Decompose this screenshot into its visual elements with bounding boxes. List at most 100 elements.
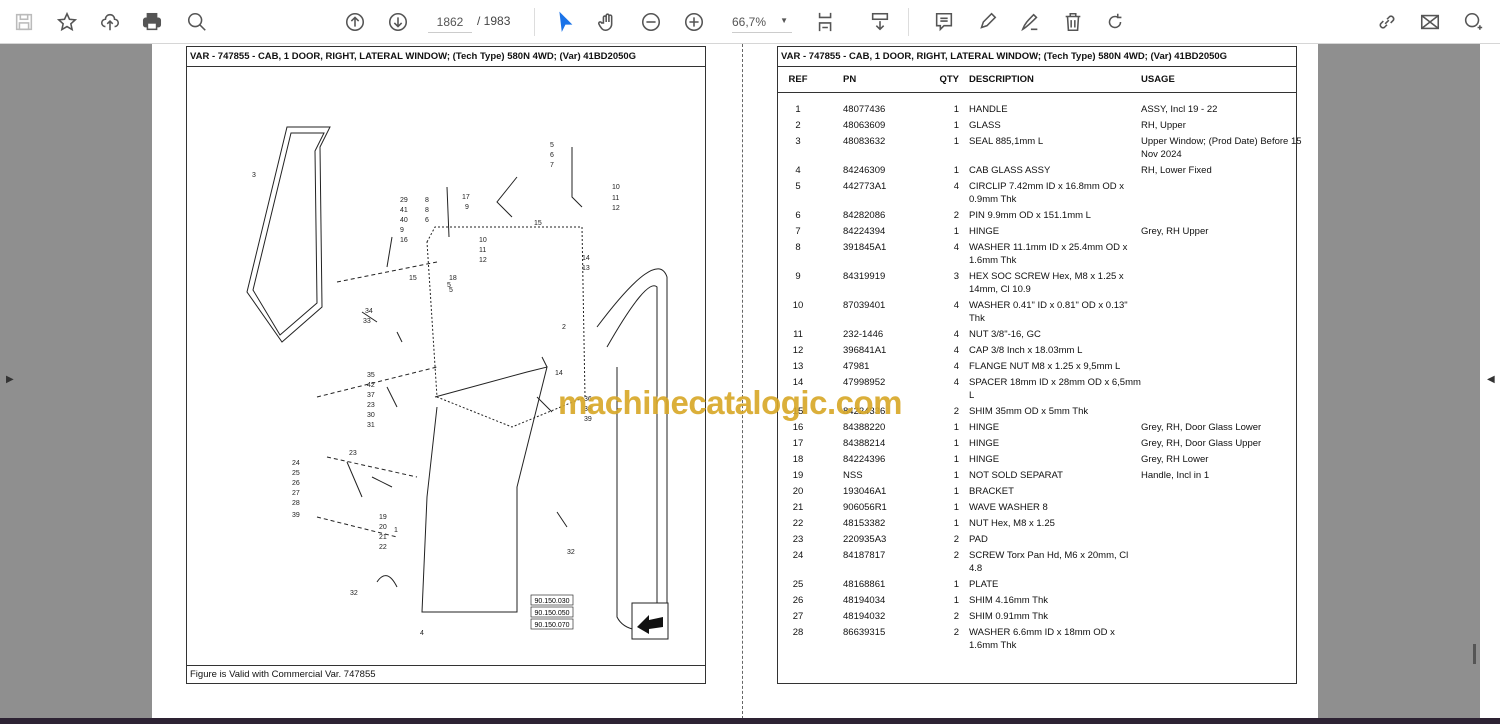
- usage-cell: Grey, RH, Door Glass Upper: [1141, 437, 1262, 449]
- part-number-cell: NSS: [843, 469, 863, 481]
- ref-cell: 17: [792, 437, 804, 449]
- fit-page-icon[interactable]: [812, 8, 840, 36]
- document-viewer[interactable]: ▶ VAR - 747855 - CAB, 1 DOOR, RIGHT, LAT…: [0, 44, 1500, 724]
- save-icon[interactable]: [10, 8, 38, 36]
- qty-cell: 2: [953, 610, 959, 622]
- usage-cell: ASSY, Incl 19 - 22: [1141, 103, 1218, 115]
- qty-cell: 3: [953, 270, 959, 282]
- usage-cell: [1141, 180, 1311, 206]
- description-cell: HINGE: [969, 225, 1000, 237]
- table-row: 17 84388214 1 HINGE Grey, RH, Door Glass Upp…: [778, 435, 1296, 451]
- part-number-cell: 84187817: [843, 549, 886, 561]
- callout-number: 10: [479, 237, 487, 244]
- table-row: 5 442773A1 4 CIRCLIP 7.42mm ID x 16.8mm OD …: [778, 178, 1296, 207]
- description-cell: CAP 3/8 Inch x 18.03mm L: [969, 344, 1083, 356]
- table-row: 6 84282086 2 PIN 9.9mm OD x 151.1mm L: [778, 207, 1296, 223]
- part-number-cell: 84246309: [843, 164, 886, 176]
- part-number-cell: 442773A1: [843, 180, 887, 192]
- page-divider: [742, 44, 743, 719]
- taskbar-strip: [0, 718, 1500, 724]
- usage-cell: [1141, 299, 1311, 325]
- table-row: 23 220935A3 2 PAD: [778, 531, 1296, 547]
- bookmark-star-icon[interactable]: [53, 8, 81, 36]
- reference-link: 90.150.050: [534, 610, 569, 617]
- usage-cell: [1141, 533, 1311, 546]
- callout-number: 20: [379, 524, 387, 531]
- previous-page-icon[interactable]: [341, 8, 369, 36]
- callout-number: 23: [349, 450, 357, 457]
- qty-cell: 2: [953, 533, 959, 545]
- divider: [908, 8, 909, 36]
- usage-cell: [1141, 517, 1311, 530]
- print-icon[interactable]: [138, 8, 166, 36]
- figure-frame: VAR - 747855 - CAB, 1 DOOR, RIGHT, LATER…: [186, 46, 706, 684]
- table-row: 26 48194034 1 SHIM 4.16mm Thk: [778, 592, 1296, 608]
- sign-icon[interactable]: [1016, 8, 1044, 36]
- qty-cell: 4: [953, 376, 959, 388]
- table-row: 24 84187817 2 SCREW Torx Pan Hd, M6 x 20mm,…: [778, 547, 1296, 576]
- cloud-upload-icon[interactable]: [96, 8, 124, 36]
- usage-cell: Upper Window; (Prod Date) Before 15 Nov …: [1141, 135, 1302, 160]
- comment-icon[interactable]: [930, 8, 958, 36]
- scroll-mode-icon[interactable]: [866, 8, 894, 36]
- qty-cell: 1: [953, 517, 959, 529]
- delete-trash-icon[interactable]: [1059, 8, 1087, 36]
- part-number-cell: 220935A3: [843, 533, 887, 545]
- callout-number: 13: [582, 265, 590, 272]
- table-header: REF PN QTY DESCRIPTION USAGE: [778, 67, 1296, 93]
- add-user-icon[interactable]: [1459, 8, 1487, 36]
- callout-number: 12: [612, 205, 620, 212]
- qty-cell: 1: [953, 437, 959, 449]
- ref-cell: 8: [795, 241, 801, 253]
- email-icon[interactable]: [1416, 8, 1444, 36]
- zoom-in-icon[interactable]: [680, 8, 708, 36]
- right-panel-toggle-icon[interactable]: ◀: [1487, 374, 1495, 385]
- description-cell: PLATE: [969, 578, 999, 590]
- description-cell: FLANGE NUT M8 x 1.25 x 9,5mm L: [969, 360, 1121, 372]
- callout-number: 1: [394, 527, 398, 534]
- search-icon[interactable]: [183, 8, 211, 36]
- select-cursor-icon[interactable]: [551, 8, 579, 36]
- usage-cell: [1141, 360, 1311, 373]
- callout-number: 31: [367, 422, 375, 429]
- callout-number: 11: [479, 247, 486, 254]
- usage-cell: RH, Lower Fixed: [1141, 164, 1212, 176]
- description-cell: NUT 3/8"-16, GC: [969, 328, 1041, 340]
- zoom-out-icon[interactable]: [637, 8, 665, 36]
- zoom-level-select[interactable]: 66,7% ▼: [732, 11, 792, 33]
- scrollbar-thumb[interactable]: [1473, 644, 1476, 664]
- ref-cell: 13: [792, 360, 804, 372]
- qty-cell: 1: [953, 135, 959, 147]
- usage-cell: [1141, 626, 1311, 652]
- col-qty: QTY: [939, 74, 959, 85]
- ref-cell: 22: [792, 517, 804, 529]
- table-row: 2 48063609 1 GLASS RH, Upper: [778, 117, 1296, 133]
- callout-number: 41: [400, 207, 408, 214]
- ref-cell: 26: [792, 594, 804, 606]
- table-row: 10 87039401 4 WASHER 0.41" ID x 0.81" OD x …: [778, 297, 1296, 326]
- next-page-icon[interactable]: [384, 8, 412, 36]
- share-link-icon[interactable]: [1373, 8, 1401, 36]
- left-panel-toggle-icon[interactable]: ▶: [6, 374, 14, 385]
- callout-number: 15: [534, 220, 542, 227]
- table-row: 9 84319919 3 HEX SOC SCREW Hex, M8 x 1.25 x…: [778, 268, 1296, 297]
- description-cell: WAVE WASHER 8: [969, 501, 1048, 513]
- hand-tool-icon[interactable]: [594, 8, 622, 36]
- page-number-input[interactable]: [428, 11, 472, 33]
- callout-number: 23: [367, 402, 375, 409]
- parts-table-frame: VAR - 747855 - CAB, 1 DOOR, RIGHT, LATER…: [777, 46, 1302, 684]
- table-row: 22 48153382 1 NUT Hex, M8 x 1.25: [778, 515, 1296, 531]
- callout-number: 25: [292, 470, 300, 477]
- rotate-icon[interactable]: [1101, 8, 1129, 36]
- reference-link: 90.150.030: [534, 598, 569, 605]
- description-cell: GLASS: [969, 119, 1001, 131]
- divider: [534, 8, 535, 36]
- highlight-pen-icon[interactable]: [973, 8, 1001, 36]
- description-cell: BRACKET: [969, 485, 1014, 497]
- ref-cell: 3: [795, 135, 801, 147]
- qty-cell: 1: [953, 119, 959, 131]
- description-cell: PAD: [969, 533, 988, 545]
- callout-number: 35: [367, 372, 375, 379]
- figure-footer: Figure is Valid with Commercial Var. 747…: [187, 665, 705, 683]
- table-row: 3 48083632 1 SEAL 885,1mm L Upper Window; (P…: [778, 133, 1301, 162]
